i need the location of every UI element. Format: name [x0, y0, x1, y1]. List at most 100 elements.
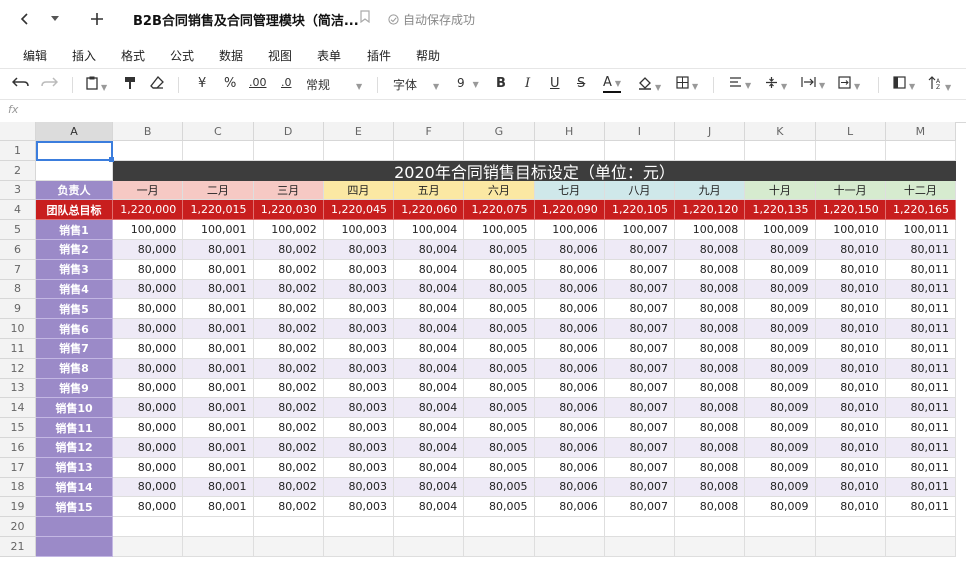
sales-target-cell[interactable]: 80,000 — [113, 438, 184, 458]
sales-target-cell[interactable]: 80,008 — [675, 319, 746, 339]
row-header-1[interactable]: 1 — [0, 141, 36, 161]
title-banner[interactable]: 2020年合同销售目标设定（单位：元） — [113, 160, 956, 182]
sales-target-cell[interactable]: 80,009 — [745, 457, 816, 478]
decimal-increase-button[interactable]: .00 — [249, 76, 267, 89]
sales-target-cell[interactable]: 80,003 — [323, 457, 394, 478]
cell-A2[interactable] — [36, 160, 113, 181]
sales-target-cell[interactable]: 80,007 — [604, 497, 675, 518]
row-header-13[interactable]: 13 — [0, 378, 36, 399]
sales-target-cell[interactable]: 80,006 — [534, 418, 605, 438]
sales-target-cell[interactable]: 80,011 — [885, 319, 956, 339]
sales-target-cell[interactable]: 80,003 — [323, 279, 394, 300]
sales-target-cell[interactable]: 80,002 — [253, 398, 324, 419]
sales-target-cell[interactable]: 80,009 — [745, 259, 816, 280]
sales-target-cell[interactable]: 80,006 — [534, 319, 605, 339]
sales-target-cell[interactable]: 80,001 — [183, 418, 254, 438]
sales-target-cell[interactable]: 80,000 — [113, 497, 184, 518]
sales-target-cell[interactable]: 80,002 — [253, 240, 324, 260]
sales-target-cell[interactable]: 80,008 — [675, 358, 746, 379]
sales-target-cell[interactable]: 80,005 — [464, 438, 535, 458]
cell-B1[interactable] — [113, 141, 184, 161]
back-button[interactable] — [14, 7, 36, 31]
sales-target-cell[interactable]: 80,005 — [464, 358, 535, 379]
sales-target-cell[interactable]: 80,002 — [253, 378, 324, 399]
sales-target-cell[interactable]: 80,007 — [604, 477, 675, 498]
sales-target-cell[interactable]: 80,001 — [183, 398, 254, 419]
row-header-18[interactable]: 18 — [0, 477, 36, 498]
team-target-value[interactable]: 1,220,030 — [253, 200, 324, 221]
menu-format[interactable]: 格式 — [121, 47, 145, 64]
sales-target-cell[interactable]: 80,003 — [323, 418, 394, 438]
team-target-value[interactable]: 1,220,120 — [675, 200, 746, 221]
row-header-16[interactable]: 16 — [0, 438, 36, 458]
sales-target-cell[interactable]: 80,005 — [464, 279, 535, 300]
sales-target-cell[interactable]: 80,005 — [464, 398, 535, 419]
sales-target-cell[interactable]: 80,006 — [534, 457, 605, 478]
font-size-select[interactable]: 9 ▼ — [457, 76, 479, 90]
sales-target-cell[interactable]: 80,004 — [394, 339, 465, 359]
sales-target-cell[interactable]: 80,011 — [885, 398, 956, 419]
sales-target-cell[interactable]: 80,009 — [745, 438, 816, 458]
sales-target-cell[interactable]: 100,011 — [885, 220, 956, 240]
sales-target-cell[interactable]: 80,011 — [885, 339, 956, 359]
row-header-9[interactable]: 9 — [0, 299, 36, 320]
sales-target-cell[interactable]: 80,008 — [675, 438, 746, 458]
cell-J20[interactable] — [675, 517, 746, 537]
month-header[interactable]: 十二月 — [885, 180, 956, 201]
sales-target-cell[interactable]: 80,004 — [394, 299, 465, 320]
sales-target-cell[interactable]: 80,006 — [534, 358, 605, 379]
month-header[interactable]: 一月 — [113, 180, 184, 201]
strikethrough-button[interactable]: S — [577, 76, 585, 91]
sales-target-cell[interactable]: 80,000 — [113, 477, 184, 498]
column-header-j[interactable]: J — [675, 122, 746, 141]
sales-target-cell[interactable]: 80,004 — [394, 497, 465, 518]
sales-target-cell[interactable]: 80,003 — [323, 259, 394, 280]
cell-D20[interactable] — [253, 517, 324, 537]
sales-target-cell[interactable]: 80,004 — [394, 240, 465, 260]
decimal-decrease-button[interactable]: .0 — [281, 76, 292, 89]
sales-target-cell[interactable]: 80,001 — [183, 319, 254, 339]
column-header-g[interactable]: G — [464, 122, 535, 141]
percent-format-button[interactable]: % — [224, 76, 236, 91]
sales-target-cell[interactable]: 80,006 — [534, 339, 605, 359]
row-header-11[interactable]: 11 — [0, 339, 36, 359]
sales-target-cell[interactable]: 80,009 — [745, 418, 816, 438]
sales-target-cell[interactable]: 80,002 — [253, 299, 324, 320]
sales-target-cell[interactable]: 80,004 — [394, 457, 465, 478]
sales-name[interactable]: 销售14 — [36, 477, 113, 498]
sales-target-cell[interactable]: 80,006 — [534, 477, 605, 498]
spreadsheet-grid[interactable]: A B C D E F G H I J K L M 1 2 3 4 5 6 7 8 9 10 11 12 13 14 15 16 17 18… — [0, 122, 966, 566]
sales-target-cell[interactable]: 80,009 — [745, 497, 816, 518]
sales-target-cell[interactable]: 80,000 — [113, 259, 184, 280]
sales-target-cell[interactable]: 100,010 — [815, 220, 886, 240]
sales-target-cell[interactable]: 80,007 — [604, 279, 675, 300]
sales-target-cell[interactable]: 80,006 — [534, 240, 605, 260]
sales-target-cell[interactable]: 80,003 — [323, 398, 394, 419]
sales-name[interactable]: 销售11 — [36, 418, 113, 438]
team-target-value[interactable]: 1,220,090 — [534, 200, 605, 221]
sales-target-cell[interactable]: 80,008 — [675, 398, 746, 419]
sales-target-cell[interactable]: 80,005 — [464, 339, 535, 359]
column-header-f[interactable]: F — [394, 122, 465, 141]
align-vertical-button[interactable]: ▼ — [765, 76, 787, 93]
sales-target-cell[interactable]: 80,010 — [815, 319, 886, 339]
sales-target-cell[interactable]: 100,004 — [394, 220, 465, 240]
sales-target-cell[interactable]: 80,004 — [394, 418, 465, 438]
sales-target-cell[interactable]: 80,009 — [745, 240, 816, 260]
row-header-5[interactable]: 5 — [0, 220, 36, 240]
row-header-19[interactable]: 19 — [0, 497, 36, 518]
sales-target-cell[interactable]: 80,009 — [745, 299, 816, 320]
cell-F20[interactable] — [394, 517, 465, 537]
paste-button[interactable]: ▼ — [86, 76, 107, 94]
month-header[interactable]: 八月 — [604, 180, 675, 201]
sales-target-cell[interactable]: 80,010 — [815, 279, 886, 300]
team-target-value[interactable]: 1,220,105 — [604, 200, 675, 221]
sales-target-cell[interactable]: 80,011 — [885, 259, 956, 280]
sales-target-cell[interactable]: 80,001 — [183, 259, 254, 280]
merge-cells-button[interactable]: ▼ — [838, 76, 860, 93]
fill-color-button[interactable]: ▼ — [638, 76, 661, 94]
sales-target-cell[interactable]: 80,001 — [183, 477, 254, 498]
align-horizontal-button[interactable]: ▼ — [729, 76, 751, 92]
sales-target-cell[interactable]: 80,011 — [885, 279, 956, 300]
sales-name[interactable]: 销售2 — [36, 240, 113, 260]
